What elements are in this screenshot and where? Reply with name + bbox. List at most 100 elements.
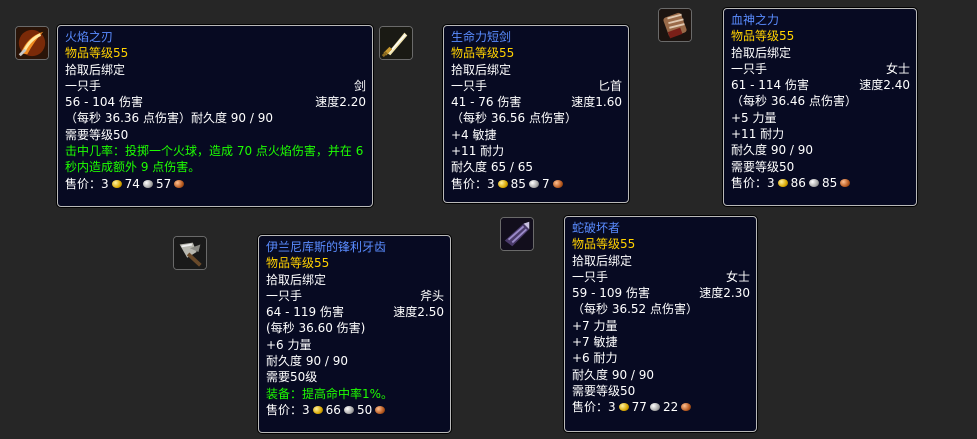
copper-coin-icon — [552, 179, 563, 188]
silver-amount: 85 — [510, 176, 526, 191]
item-requirement: 需要等级50 — [65, 127, 129, 142]
item-tooltip-blood-god: 血神之力 物品等级55 拾取后绑定 一只手 女士 61 - 114 伤害 速度2… — [723, 8, 917, 206]
item-stat-stamina: +11 耐力 — [731, 127, 785, 142]
item-stat-strength: +5 力量 — [731, 110, 777, 125]
serpent-fist-icon[interactable] — [500, 217, 534, 251]
item-requirement: 需要等级50 — [572, 383, 636, 398]
silver-coin-icon — [808, 179, 819, 188]
gold-amount: 3 — [487, 176, 495, 191]
item-durability: 耐久度 90 / 90 — [731, 143, 814, 158]
slot-type-row: 一只手 匕首 — [451, 78, 622, 94]
item-tooltip-snake-breaker: 蛇破坏者 物品等级55 拾取后绑定 一只手 女士 59 - 109 伤害 速度2… — [564, 216, 757, 432]
copper-amount: 50 — [356, 402, 373, 417]
item-type: 斧头 — [419, 288, 444, 303]
item-requirement: 需要50级 — [266, 370, 318, 385]
item-stat-agility: +7 敏捷 — [572, 335, 618, 350]
price-label: 售价： — [731, 175, 768, 190]
bind-text: 拾取后绑定 — [451, 62, 512, 77]
silver-amount: 77 — [631, 400, 647, 415]
item-dps: (每秒 36.60 伤害) — [266, 321, 366, 336]
gold-amount: 3 — [101, 176, 109, 191]
silver-amount: 86 — [790, 175, 806, 190]
item-speed: 速度2.20 — [315, 95, 366, 110]
damage-speed-row: 41 - 76 伤害 速度1.60 — [451, 94, 622, 110]
copper-coin-icon — [840, 179, 851, 188]
item-slot: 一只手 — [451, 78, 488, 93]
price-label: 售价： — [572, 400, 609, 415]
item-slot: 一只手 — [266, 288, 303, 303]
gold-coin-icon — [111, 179, 122, 188]
item-name: 生命力短剑 — [451, 30, 512, 44]
item-name: 血神之力 — [731, 13, 780, 27]
item-level: 物品等级55 — [731, 29, 795, 44]
short-sword-icon[interactable] — [379, 26, 413, 60]
fist-weapon-icon[interactable] — [658, 8, 692, 42]
gold-amount: 3 — [302, 402, 310, 417]
slot-type-row: 一只手 女士 — [731, 61, 910, 77]
item-durability: 耐久度 90 / 90 — [572, 367, 655, 382]
silver-coin-icon — [343, 406, 354, 415]
sell-price: 售价： 3 86 85 — [731, 175, 910, 191]
item-type: 女士 — [725, 269, 750, 284]
price-label: 售价： — [266, 402, 303, 417]
item-damage: 56 - 104 伤害 — [65, 95, 143, 110]
sell-price: 售价： 3 74 57 — [65, 176, 366, 192]
bind-text: 拾取后绑定 — [65, 62, 126, 77]
item-damage: 59 - 109 伤害 — [572, 286, 650, 301]
item-speed: 速度2.30 — [699, 286, 750, 301]
flame-blade-icon[interactable] — [15, 26, 49, 60]
slot-type-row: 一只手 斧头 — [266, 288, 444, 304]
item-effect: 装备：提高命中率1%。 — [266, 386, 394, 401]
copper-coin-icon — [681, 403, 692, 412]
item-damage: 61 - 114 伤害 — [731, 78, 809, 93]
item-speed: 速度2.50 — [393, 305, 444, 320]
slot-type-row: 一只手 剑 — [65, 78, 366, 94]
item-durability: 耐久度 65 / 65 — [451, 160, 534, 175]
item-damage: 41 - 76 伤害 — [451, 95, 522, 110]
item-tooltip-short-sword: 生命力短剑 物品等级55 拾取后绑定 一只手 匕首 41 - 76 伤害 速度1… — [443, 25, 629, 203]
item-dps: （每秒 36.56 点伤害） — [451, 111, 577, 126]
item-dps: （每秒 36.46 点伤害） — [731, 94, 857, 109]
bind-text: 拾取后绑定 — [731, 45, 792, 60]
copper-coin-icon — [174, 179, 185, 188]
item-slot: 一只手 — [731, 61, 768, 76]
silver-amount: 66 — [325, 402, 341, 417]
item-dps: （每秒 36.52 点伤害） — [572, 302, 698, 317]
sell-price: 售价： 3 85 7 — [451, 176, 622, 192]
item-name: 火焰之刃 — [65, 30, 114, 44]
item-level: 物品等级55 — [65, 46, 129, 61]
item-level: 物品等级55 — [266, 256, 330, 271]
item-stat-stamina: +11 耐力 — [451, 144, 505, 159]
item-level: 物品等级55 — [572, 237, 636, 252]
item-name: 蛇破坏者 — [572, 221, 621, 235]
item-type: 剑 — [353, 78, 366, 93]
copper-amount: 85 — [821, 175, 838, 190]
item-type: 女士 — [885, 61, 910, 76]
axe-icon[interactable] — [173, 236, 207, 270]
bind-text: 拾取后绑定 — [266, 272, 327, 287]
copper-coin-icon — [375, 406, 386, 415]
damage-speed-row: 59 - 109 伤害 速度2.30 — [572, 285, 750, 301]
item-speed: 速度1.60 — [571, 95, 622, 110]
silver-coin-icon — [649, 403, 660, 412]
item-slot: 一只手 — [572, 269, 609, 284]
damage-speed-row: 56 - 104 伤害 速度2.20 — [65, 94, 366, 110]
slot-type-row: 一只手 女士 — [572, 269, 750, 285]
item-stat-strength: +7 力量 — [572, 318, 618, 333]
damage-speed-row: 61 - 114 伤害 速度2.40 — [731, 77, 910, 93]
price-label: 售价： — [65, 176, 102, 191]
item-effect: 击中几率：投掷一个火球，造成 70 点火焰伤害，并在 6 秒内造成额外 9 点伤… — [65, 144, 364, 175]
item-durability: 耐久度 90 / 90 — [266, 354, 349, 369]
sell-price: 售价： 3 77 22 — [572, 399, 750, 415]
item-level: 物品等级55 — [451, 46, 515, 61]
sell-price: 售价： 3 66 50 — [266, 402, 444, 418]
damage-speed-row: 64 - 119 伤害 速度2.50 — [266, 304, 444, 320]
copper-amount: 22 — [662, 400, 679, 415]
item-stat-stamina: +6 耐力 — [572, 351, 618, 366]
item-speed: 速度2.40 — [859, 78, 910, 93]
item-requirement: 需要等级50 — [731, 159, 795, 174]
silver-amount: 74 — [124, 176, 140, 191]
gold-coin-icon — [618, 403, 629, 412]
gold-coin-icon — [777, 179, 788, 188]
item-tooltip-flame-blade: 火焰之刃 物品等级55 拾取后绑定 一只手 剑 56 - 104 伤害 速度2.… — [57, 25, 373, 207]
